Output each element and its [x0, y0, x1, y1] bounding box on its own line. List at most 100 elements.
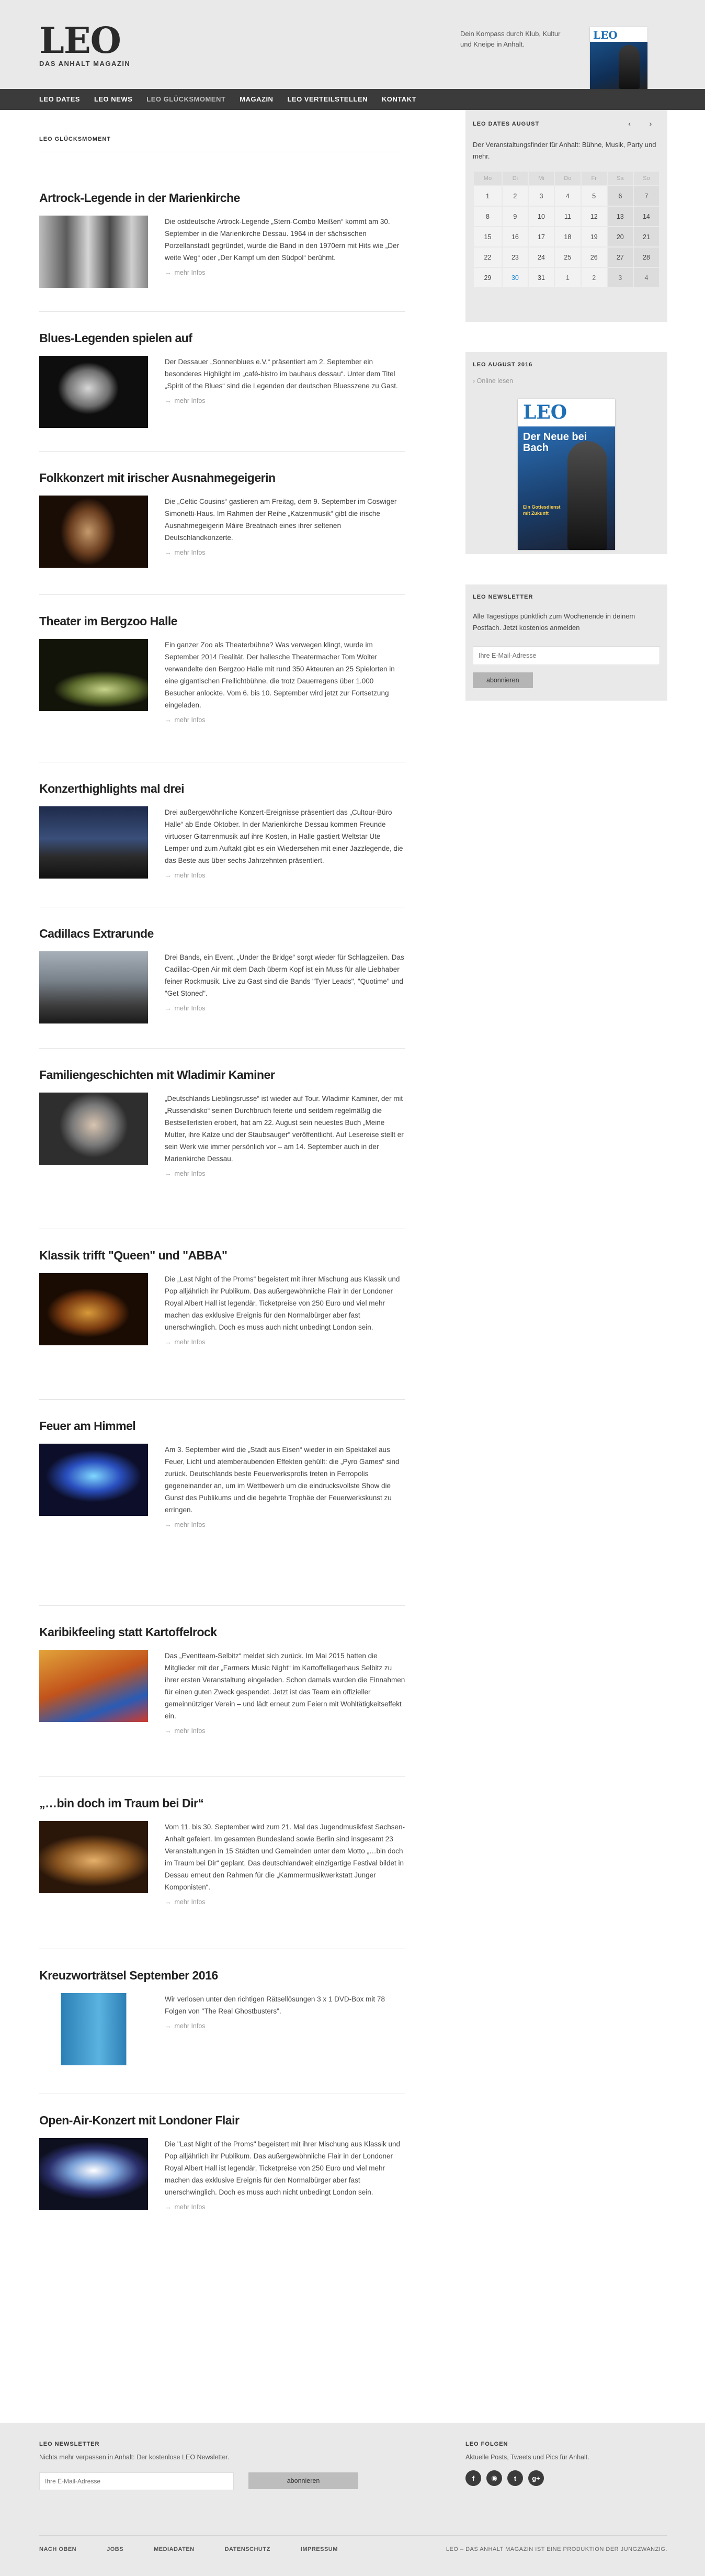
- calendar-day[interactable]: 25: [555, 248, 581, 267]
- calendar-day[interactable]: 21: [633, 227, 659, 246]
- calendar-day[interactable]: 27: [607, 248, 633, 267]
- article-title[interactable]: Familiengeschichten mit Wladimir Kaminer: [39, 1068, 405, 1082]
- magazine-cover[interactable]: LEO Der Neue bei Bach Ein Gottesdienst m…: [518, 399, 615, 550]
- calendar-day[interactable]: 4: [633, 268, 659, 287]
- article-title[interactable]: Kreuzworträtsel September 2016: [39, 1968, 405, 1983]
- calendar-day[interactable]: 16: [502, 227, 528, 246]
- facebook-icon[interactable]: f: [465, 2470, 481, 2486]
- google-plus-icon[interactable]: g+: [528, 2470, 544, 2486]
- calendar-day[interactable]: 29: [474, 268, 502, 287]
- more-info-link[interactable]: → mehr Infos: [165, 2203, 405, 2211]
- more-info-link[interactable]: → mehr Infos: [165, 397, 405, 404]
- article-title[interactable]: Klassik trifft "Queen" und "ABBA": [39, 1248, 405, 1263]
- article-title[interactable]: Feuer am Himmel: [39, 1419, 405, 1433]
- calendar-next-icon[interactable]: ›: [641, 119, 660, 128]
- site-footer: LEO NEWSLETTER Nichts mehr verpassen in …: [0, 2423, 705, 2576]
- article-thumbnail[interactable]: [39, 1093, 148, 1165]
- calendar-day[interactable]: 30: [502, 268, 528, 287]
- more-info-link[interactable]: → mehr Infos: [165, 1170, 405, 1177]
- calendar-day[interactable]: 2: [581, 268, 607, 287]
- more-info-link[interactable]: → mehr Infos: [165, 2022, 405, 2030]
- more-info-link[interactable]: → mehr Infos: [165, 549, 405, 556]
- article-thumbnail[interactable]: [39, 1444, 148, 1516]
- article-thumbnail[interactable]: [39, 496, 148, 568]
- nav-item[interactable]: Kontakt: [379, 89, 428, 110]
- article-title[interactable]: Open-Air-Konzert mit Londoner Flair: [39, 2113, 405, 2128]
- footer-subscribe-button[interactable]: abonnieren: [248, 2472, 358, 2489]
- article-thumbnail[interactable]: [39, 639, 148, 711]
- nav-item[interactable]: LEO Verteilstellen: [285, 89, 379, 110]
- nav-item[interactable]: LEO Glücksmoment: [144, 89, 237, 110]
- article-thumbnail[interactable]: [39, 1993, 148, 2065]
- calendar-day[interactable]: 9: [502, 207, 528, 226]
- article-thumbnail[interactable]: [39, 1273, 148, 1345]
- more-info-link[interactable]: → mehr Infos: [165, 1521, 405, 1528]
- article-thumbnail[interactable]: [39, 2138, 148, 2210]
- calendar-day[interactable]: 11: [555, 207, 581, 226]
- calendar-day[interactable]: 1: [474, 186, 502, 206]
- calendar-day[interactable]: 28: [633, 248, 659, 267]
- header-magazine-cover[interactable]: LEO: [590, 27, 647, 89]
- article-thumbnail[interactable]: [39, 1650, 148, 1722]
- calendar-day[interactable]: 15: [474, 227, 502, 246]
- article-title[interactable]: Karibikfeeling statt Kartoffelrock: [39, 1625, 405, 1639]
- more-info-link[interactable]: → mehr Infos: [165, 872, 405, 879]
- instagram-icon[interactable]: ◉: [486, 2470, 502, 2486]
- calendar-day[interactable]: 18: [555, 227, 581, 246]
- calendar-day[interactable]: 5: [581, 186, 607, 206]
- calendar-day[interactable]: 26: [581, 248, 607, 267]
- footer-link[interactable]: JOBS: [107, 2546, 123, 2552]
- more-info-link[interactable]: → mehr Infos: [165, 1898, 405, 1906]
- article-thumbnail[interactable]: [39, 951, 148, 1023]
- calendar-day[interactable]: 2: [502, 186, 528, 206]
- more-info-link[interactable]: → mehr Infos: [165, 1005, 405, 1012]
- calendar-day[interactable]: 19: [581, 227, 607, 246]
- calendar-day[interactable]: 14: [633, 207, 659, 226]
- article-title[interactable]: Theater im Bergzoo Halle: [39, 614, 405, 628]
- nav-item[interactable]: LEO News: [92, 89, 144, 110]
- article-thumbnail[interactable]: [39, 356, 148, 428]
- nav-item[interactable]: Magazin: [237, 89, 285, 110]
- article-thumbnail[interactable]: [39, 806, 148, 879]
- calendar-day[interactable]: 3: [607, 268, 633, 287]
- calendar-day[interactable]: 24: [528, 248, 554, 267]
- calendar-day[interactable]: 10: [528, 207, 554, 226]
- article-title[interactable]: Folkkonzert mit irischer Ausnahmegeigeri…: [39, 471, 405, 485]
- more-info-link[interactable]: → mehr Infos: [165, 269, 405, 276]
- article-title[interactable]: Blues-Legenden spielen auf: [39, 331, 405, 345]
- calendar-day[interactable]: 31: [528, 268, 554, 287]
- footer-email-input[interactable]: [39, 2472, 234, 2490]
- newsletter-subscribe-button[interactable]: abonnieren: [473, 672, 533, 688]
- more-info-link[interactable]: → mehr Infos: [165, 1338, 405, 1346]
- footer-link[interactable]: MEDIADATEN: [154, 2546, 195, 2552]
- twitter-icon[interactable]: t: [507, 2470, 523, 2486]
- calendar-day[interactable]: 17: [528, 227, 554, 246]
- calendar-day[interactable]: 23: [502, 248, 528, 267]
- calendar-day[interactable]: 12: [581, 207, 607, 226]
- read-online-link[interactable]: › Online lesen: [473, 377, 660, 385]
- calendar-day[interactable]: 3: [528, 186, 554, 206]
- footer-link[interactable]: DATENSCHUTZ: [225, 2546, 270, 2552]
- article-thumbnail[interactable]: [39, 1821, 148, 1893]
- more-info-link[interactable]: → mehr Infos: [165, 716, 405, 724]
- calendar-day[interactable]: 20: [607, 227, 633, 246]
- site-logo[interactable]: LEO DAS ANHALT MAGAZIN: [39, 23, 130, 68]
- more-info-link[interactable]: → mehr Infos: [165, 1727, 405, 1735]
- calendar-day[interactable]: 7: [633, 186, 659, 206]
- newsletter-email-input[interactable]: [473, 646, 660, 665]
- nav-item[interactable]: LEO Dates: [37, 89, 92, 110]
- calendar-day[interactable]: 13: [607, 207, 633, 226]
- article-title[interactable]: „…bin doch im Traum bei Dir“: [39, 1796, 405, 1810]
- calendar-prev-icon[interactable]: ‹: [620, 119, 639, 128]
- article-title[interactable]: Artrock-Legende in der Marienkirche: [39, 191, 405, 205]
- article-title[interactable]: Konzerthighlights mal drei: [39, 782, 405, 796]
- footer-link[interactable]: NACH OBEN: [39, 2546, 76, 2552]
- calendar-day[interactable]: 6: [607, 186, 633, 206]
- footer-link[interactable]: IMPRESSUM: [301, 2546, 338, 2552]
- calendar-day[interactable]: 4: [555, 186, 581, 206]
- article-title[interactable]: Cadillacs Extrarunde: [39, 927, 405, 941]
- calendar-day[interactable]: 22: [474, 248, 502, 267]
- article-thumbnail[interactable]: [39, 216, 148, 288]
- calendar-day[interactable]: 8: [474, 207, 502, 226]
- calendar-day[interactable]: 1: [555, 268, 581, 287]
